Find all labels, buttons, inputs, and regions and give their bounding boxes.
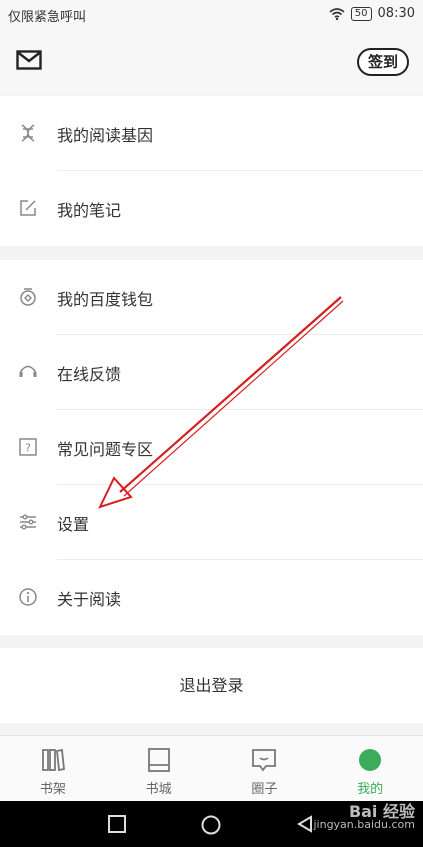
menu-item-label: 我的百度钱包: [57, 290, 154, 309]
info-icon: [19, 588, 37, 606]
mail-icon[interactable]: [16, 50, 42, 70]
menu-item-label: 关于阅读: [57, 590, 122, 609]
wallet-icon: [20, 288, 36, 306]
top-bar: 签到: [0, 28, 423, 94]
dna-icon: [21, 124, 35, 142]
menu-item-notes[interactable]: 我的笔记: [0, 171, 423, 246]
edit-note-icon: [20, 200, 36, 216]
recents-icon[interactable]: [108, 815, 126, 833]
tab-bookstore[interactable]: 书城: [106, 736, 212, 802]
bookshelf-icon: [41, 748, 65, 772]
tab-me[interactable]: 我的: [317, 736, 423, 802]
menu-item-label: 在线反馈: [57, 365, 122, 384]
status-bar: 仅限紧急呼叫 50 08:30: [0, 0, 423, 28]
tab-bookshelf[interactable]: 书架: [0, 736, 106, 802]
wifi-icon: [329, 7, 345, 20]
menu-item-about[interactable]: 关于阅读: [0, 560, 423, 635]
battery-indicator: 50: [350, 6, 372, 21]
logout-button[interactable]: 退出登录: [0, 648, 423, 723]
carrier-text: 仅限紧急呼叫: [8, 10, 87, 25]
home-icon[interactable]: [201, 815, 221, 835]
bottom-tab-bar: 书架 书城 圈子 我的: [0, 735, 423, 802]
menu-group-account: 我的百度钱包 在线反馈 ? 常见问题专区 设置 关于阅读: [0, 260, 423, 635]
watermark-url: jingyan.baidu.com: [313, 818, 415, 831]
tab-label: 书架: [39, 782, 66, 797]
watermark: Bai 经验 jingyan.baidu.com: [313, 802, 415, 832]
question-icon: ?: [19, 438, 37, 456]
menu-item-label: 设置: [57, 515, 90, 534]
menu-item-feedback[interactable]: 在线反馈: [0, 335, 423, 410]
back-icon[interactable]: [296, 815, 314, 833]
menu-item-wallet[interactable]: 我的百度钱包: [0, 260, 423, 335]
svg-text:?: ?: [25, 442, 31, 455]
headset-icon: [19, 365, 37, 377]
menu-item-reading-gene[interactable]: 我的阅读基因: [0, 96, 423, 171]
tab-circle[interactable]: 圈子: [212, 736, 318, 802]
menu-item-label: 我的笔记: [57, 201, 122, 220]
clock: 08:30: [377, 6, 415, 21]
menu-item-label: 常见问题专区: [57, 440, 154, 459]
menu-item-faq[interactable]: ? 常见问题专区: [0, 410, 423, 485]
signin-button[interactable]: 签到: [356, 48, 409, 76]
tab-label: 圈子: [251, 782, 278, 797]
tab-label: 我的: [357, 782, 384, 797]
menu-item-label: 我的阅读基因: [57, 126, 154, 145]
tab-label: 书城: [145, 782, 172, 797]
sliders-icon: [20, 514, 36, 530]
menu-item-settings[interactable]: 设置: [0, 485, 423, 560]
bookstore-icon: [147, 748, 170, 772]
chat-icon: [252, 749, 277, 772]
watermark-brand: Bai 经验: [348, 802, 415, 821]
profile-icon: [359, 749, 382, 771]
menu-group-reading: 我的阅读基因 我的笔记: [0, 96, 423, 246]
